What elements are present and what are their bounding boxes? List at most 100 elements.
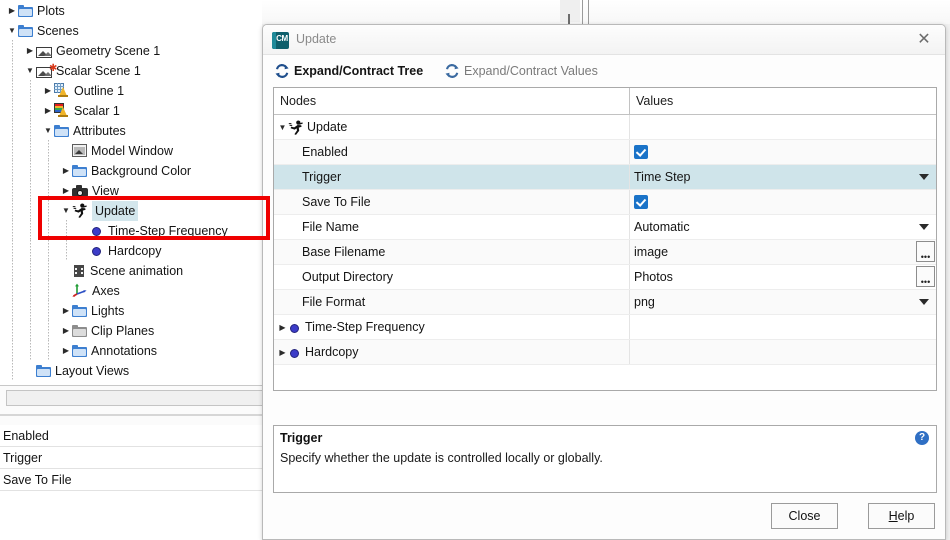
table-cell-node: Output Directory bbox=[274, 265, 630, 289]
table-cell-value-text: Automatic bbox=[634, 220, 690, 234]
chevron-down-icon[interactable] bbox=[919, 224, 929, 230]
table-row[interactable]: File Formatpng bbox=[274, 290, 936, 315]
tree-guide-line bbox=[48, 140, 49, 160]
tree-guide-line bbox=[12, 180, 13, 200]
property-row[interactable]: Enabled bbox=[0, 425, 262, 447]
table-cell-node-label: Save To File bbox=[302, 195, 371, 209]
tree-item-scalar-1[interactable]: ▶Scalar 1 bbox=[0, 100, 262, 120]
splitter-line-left[interactable] bbox=[582, 0, 583, 24]
description-pane: Trigger Specify whether the update is co… bbox=[273, 425, 937, 493]
column-header-values[interactable]: Values bbox=[630, 88, 937, 114]
chevron-down-icon[interactable]: ▼ bbox=[6, 21, 18, 41]
properties-panel[interactable]: Update - Properties × ▼Properties Enable… bbox=[0, 425, 262, 540]
tree-item-attributes[interactable]: ▼Attributes bbox=[0, 120, 262, 140]
table-cell-value[interactable]: Time Step bbox=[630, 165, 937, 189]
property-row[interactable]: Save To File bbox=[0, 469, 262, 491]
chevron-down-icon[interactable] bbox=[919, 174, 929, 180]
table-row[interactable]: ▶Hardcopy bbox=[274, 340, 936, 365]
tree-item-update[interactable]: ▼Update bbox=[0, 200, 262, 220]
outline-part-icon bbox=[54, 83, 70, 98]
chevron-right-icon[interactable]: ▶ bbox=[60, 161, 72, 181]
table-cell-value[interactable]: Photos••• bbox=[630, 265, 937, 289]
chevron-right-icon[interactable]: ▶ bbox=[42, 81, 54, 101]
tree-guide-line bbox=[30, 260, 31, 280]
simulation-tree-panel[interactable]: ▶Plots▼Scenes▶Geometry Scene 1▼✱Scalar S… bbox=[0, 0, 262, 390]
table-row[interactable]: ▶Time-Step Frequency bbox=[274, 315, 936, 340]
table-cell-value[interactable]: Automatic bbox=[630, 215, 937, 239]
chevron-down-icon[interactable]: ▼ bbox=[60, 201, 72, 221]
close-button[interactable]: Close bbox=[771, 503, 838, 529]
chevron-down-icon[interactable] bbox=[919, 299, 929, 305]
chevron-right-icon[interactable]: ▶ bbox=[6, 1, 18, 21]
table-body[interactable]: ▼UpdateEnabledTriggerTime Step Save To Fi… bbox=[274, 115, 936, 365]
chevron-right-icon[interactable]: ▶ bbox=[60, 301, 72, 321]
chevron-right-icon[interactable]: ▶ bbox=[277, 316, 288, 340]
table-cell-node-label: Output Directory bbox=[302, 270, 393, 284]
column-header-nodes[interactable]: Nodes bbox=[274, 88, 630, 114]
help-button[interactable]: Help bbox=[868, 503, 935, 529]
tree-item-scenes[interactable]: ▼Scenes bbox=[0, 20, 262, 40]
browse-ellipsis-button[interactable]: ••• bbox=[916, 241, 935, 262]
tree-item-scene-animation[interactable]: Scene animation bbox=[0, 260, 262, 280]
table-row[interactable]: Base Filenameimage••• bbox=[274, 240, 936, 265]
table-cell-value[interactable] bbox=[630, 190, 937, 214]
table-cell-value[interactable]: png bbox=[630, 290, 937, 314]
table-cell-value[interactable]: image••• bbox=[630, 240, 937, 264]
chevron-down-icon[interactable]: ▼ bbox=[277, 116, 288, 140]
table-row[interactable]: Enabled bbox=[274, 140, 936, 165]
tree-guide-line bbox=[12, 120, 13, 140]
chevron-right-icon[interactable]: ▶ bbox=[60, 341, 72, 361]
tree-item-model-window[interactable]: Model Window bbox=[0, 140, 262, 160]
tree-guide-line bbox=[12, 100, 13, 120]
tree-guide-line bbox=[12, 40, 13, 60]
table-row[interactable]: ▼Update bbox=[274, 115, 936, 140]
tree-guide-line bbox=[48, 160, 49, 180]
table-row[interactable]: Save To File bbox=[274, 190, 936, 215]
tree-item-geometry-scene-1[interactable]: ▶Geometry Scene 1 bbox=[0, 40, 262, 60]
properties-row-list[interactable]: EnabledTriggerSave To File bbox=[0, 425, 262, 491]
tree-item-view[interactable]: ▶View bbox=[0, 180, 262, 200]
tree-guide-line bbox=[48, 260, 49, 280]
checkbox-checked-icon[interactable] bbox=[634, 195, 648, 209]
dialog-toolbar[interactable]: Expand/Contract Tree Expand/Contract Val… bbox=[263, 55, 945, 87]
tree-item-axes[interactable]: Axes bbox=[0, 280, 262, 300]
property-row[interactable]: Trigger bbox=[0, 447, 262, 469]
tree-guide-line bbox=[12, 280, 13, 300]
browse-ellipsis-button[interactable]: ••• bbox=[916, 266, 935, 287]
chevron-right-icon[interactable]: ▶ bbox=[42, 101, 54, 121]
table-row[interactable]: TriggerTime Step bbox=[274, 165, 936, 190]
table-cell-value[interactable] bbox=[630, 140, 937, 164]
close-icon[interactable]: ✕ bbox=[913, 29, 935, 51]
expand-contract-tree-button[interactable]: Expand/Contract Tree bbox=[275, 61, 423, 81]
tree-item-background-color[interactable]: ▶Background Color bbox=[0, 160, 262, 180]
chevron-right-icon[interactable]: ▶ bbox=[24, 41, 36, 61]
update-dialog[interactable]: CM Update ✕ Expand/Contract Tree bbox=[262, 24, 946, 540]
properties-table[interactable]: Nodes Values ▼UpdateEnabledTriggerTime S… bbox=[273, 87, 937, 391]
output-strip-field[interactable] bbox=[6, 390, 268, 406]
table-row[interactable]: File NameAutomatic bbox=[274, 215, 936, 240]
tree-item-clip-planes[interactable]: ▶Clip Planes bbox=[0, 320, 262, 340]
table-cell-value-text: png bbox=[634, 295, 655, 309]
splitter-line-right[interactable] bbox=[588, 0, 589, 24]
expand-contract-values-button[interactable]: Expand/Contract Values bbox=[445, 61, 598, 81]
chevron-right-icon[interactable]: ▶ bbox=[60, 321, 72, 341]
tree-item-plots[interactable]: ▶Plots bbox=[0, 0, 262, 20]
chevron-down-icon[interactable]: ▼ bbox=[24, 61, 36, 81]
tree-item-annotations[interactable]: ▶Annotations bbox=[0, 340, 262, 360]
splitter-grip[interactable] bbox=[568, 14, 570, 24]
chevron-right-icon[interactable]: ▶ bbox=[277, 341, 288, 365]
chevron-right-icon[interactable]: ▶ bbox=[60, 181, 72, 201]
model-window-icon bbox=[72, 144, 87, 157]
checkbox-checked-icon[interactable] bbox=[634, 145, 648, 159]
tree-item-outline-1[interactable]: ▶Outline 1 bbox=[0, 80, 262, 100]
tree-item-scalar-scene-1[interactable]: ▼✱Scalar Scene 1 bbox=[0, 60, 262, 80]
tree-item-hardcopy[interactable]: Hardcopy bbox=[0, 240, 262, 260]
tree-item-time-step-frequency[interactable]: Time-Step Frequency bbox=[0, 220, 262, 240]
chevron-down-icon[interactable]: ▼ bbox=[42, 121, 54, 141]
table-row[interactable]: Output Directory Photos••• bbox=[274, 265, 936, 290]
help-icon[interactable]: ? bbox=[915, 431, 929, 445]
tree-guide-line bbox=[48, 340, 49, 360]
tree-item-layout-views[interactable]: Layout Views bbox=[0, 360, 262, 380]
refresh-icon bbox=[275, 64, 289, 78]
tree-item-lights[interactable]: ▶Lights bbox=[0, 300, 262, 320]
